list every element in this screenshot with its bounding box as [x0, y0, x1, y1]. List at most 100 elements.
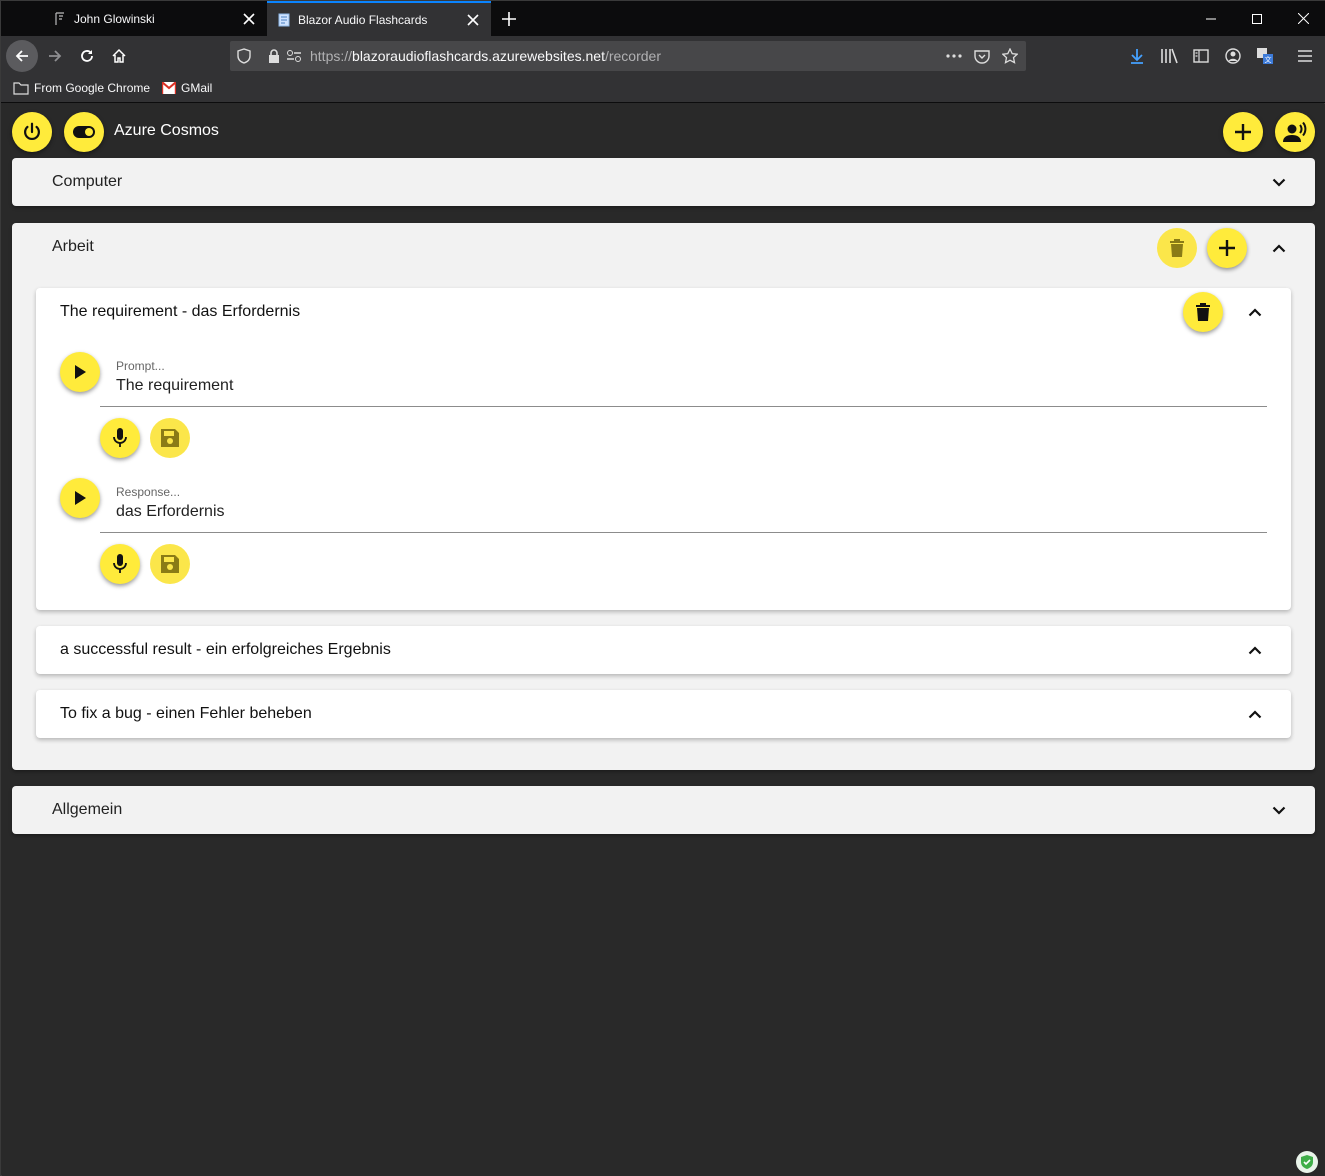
toggle-button[interactable]: [64, 112, 104, 152]
add-card-button[interactable]: [1207, 228, 1247, 268]
play-icon: [75, 491, 86, 505]
card-title: The requirement - das Erfordernis: [60, 303, 301, 320]
tab-title: John Glowinski: [74, 11, 155, 26]
account-icon[interactable]: [1223, 46, 1243, 66]
pocket-icon[interactable]: [974, 48, 990, 64]
response-underline: [100, 532, 1267, 533]
save-prompt-button[interactable]: [150, 418, 190, 458]
card-title: a successful result - ein erfolgreiches …: [60, 641, 391, 658]
power-icon: [24, 122, 40, 141]
delete-category-button[interactable]: [1157, 228, 1197, 268]
response-label: Response...: [116, 485, 181, 499]
navigation-toolbar: https://blazoraudioflashcards.azurewebsi…: [1, 36, 1325, 75]
sidebar-icon[interactable]: [1191, 46, 1211, 66]
home-icon[interactable]: [103, 40, 135, 72]
tab-blazor-audio-flashcards[interactable]: Blazor Audio Flashcards: [267, 1, 491, 36]
add-category-button[interactable]: [1223, 112, 1263, 152]
minimize-icon[interactable]: [1188, 1, 1234, 36]
browser-window: John Glowinski Blazor Audio Flashcards h…: [0, 0, 1325, 1176]
url-text: https://blazoraudioflashcards.azurewebsi…: [310, 48, 661, 64]
tab-john-glowinski[interactable]: John Glowinski: [43, 1, 267, 36]
bookmark-gmail[interactable]: GMail: [162, 81, 212, 95]
permissions-icon[interactable]: [286, 48, 302, 64]
bookmark-label: From Google Chrome: [34, 81, 151, 95]
chevron-up-icon[interactable]: [1243, 702, 1267, 726]
trash-icon: [1170, 239, 1184, 257]
category-title: Allgemein: [52, 801, 123, 818]
prompt-underline: [100, 406, 1267, 407]
microphone-icon: [113, 428, 127, 447]
category-title: Arbeit: [52, 238, 94, 255]
library-icon[interactable]: [1159, 46, 1179, 66]
url-path: /recorder: [604, 48, 661, 64]
category-panel-computer: Computer: [12, 158, 1315, 206]
forward-arrow-icon[interactable]: [39, 40, 71, 72]
app-content: Azure Cosmos Computer Arbeit The require…: [2, 104, 1325, 1176]
tab-title: Blazor Audio Flashcards: [298, 12, 428, 27]
flashcard-collapsed[interactable]: a successful result - ein erfolgreiches …: [36, 626, 1291, 674]
play-prompt-button[interactable]: [60, 352, 100, 392]
close-tab-icon[interactable]: [237, 7, 261, 31]
category-panel-arbeit: Arbeit The requirement - das Erfordernis: [12, 223, 1315, 770]
maximize-icon[interactable]: [1234, 1, 1280, 36]
address-bar[interactable]: https://blazoraudioflashcards.azurewebsi…: [230, 41, 1026, 71]
record-response-button[interactable]: [100, 544, 140, 584]
gmail-icon: [162, 82, 176, 94]
chevron-down-icon[interactable]: [1267, 798, 1291, 822]
back-arrow-icon[interactable]: [6, 40, 38, 72]
bookmarks-toolbar: From Google Chrome GMail: [1, 75, 1325, 103]
url-scheme: https://: [310, 48, 353, 64]
lock-icon[interactable]: [266, 48, 282, 64]
flashcard-collapsed[interactable]: To fix a bug - einen Fehler beheben: [36, 690, 1291, 738]
svg-text:文: 文: [1265, 55, 1272, 64]
chevron-down-icon[interactable]: [1267, 170, 1291, 194]
toggle-icon: [73, 126, 95, 138]
card-title: To fix a bug - einen Fehler beheben: [60, 705, 312, 722]
bookmark-label: GMail: [181, 81, 213, 95]
category-header[interactable]: Allgemein: [12, 786, 1315, 834]
page-favicon-icon: [277, 13, 291, 27]
folder-icon: [13, 82, 29, 95]
prompt-input[interactable]: The requirement: [116, 377, 233, 395]
play-response-button[interactable]: [60, 478, 100, 518]
response-input[interactable]: das Erfordernis: [116, 503, 225, 521]
menu-icon[interactable]: [1295, 46, 1315, 66]
security-shield-icon: [1296, 1151, 1318, 1173]
app-title: Azure Cosmos: [114, 122, 219, 139]
delete-card-button[interactable]: [1183, 292, 1223, 332]
close-tab-icon[interactable]: [461, 8, 485, 32]
page-favicon-icon: [53, 11, 67, 26]
url-host: blazoraudioflashcards.azurewebsites.net: [352, 48, 605, 64]
plus-icon: [1235, 124, 1251, 140]
category-header[interactable]: Arbeit: [12, 223, 1315, 271]
record-prompt-button[interactable]: [100, 418, 140, 458]
reload-icon[interactable]: [71, 40, 103, 72]
bookmark-from-google-chrome[interactable]: From Google Chrome: [13, 81, 150, 95]
save-icon: [161, 555, 179, 573]
chevron-up-icon[interactable]: [1267, 236, 1291, 260]
microphone-icon: [113, 554, 127, 573]
trash-icon: [1196, 303, 1210, 321]
new-tab-icon[interactable]: [495, 5, 523, 33]
category-panel-allgemein: Allgemein: [12, 786, 1315, 834]
downloads-icon[interactable]: [1127, 46, 1147, 66]
tab-bar: John Glowinski Blazor Audio Flashcards: [1, 1, 1325, 36]
category-header[interactable]: Computer: [12, 158, 1315, 206]
flashcard-expanded: The requirement - das Erfordernis Prompt…: [36, 288, 1291, 610]
chevron-up-icon[interactable]: [1243, 300, 1267, 324]
power-button[interactable]: [12, 112, 52, 152]
category-title: Computer: [52, 173, 123, 190]
plus-icon: [1219, 240, 1235, 256]
save-response-button[interactable]: [150, 544, 190, 584]
page-actions-icon[interactable]: [946, 48, 962, 64]
save-icon: [161, 429, 179, 447]
play-icon: [75, 365, 86, 379]
bookmark-star-icon[interactable]: [1002, 48, 1018, 64]
close-window-icon[interactable]: [1280, 1, 1325, 36]
translate-extension-icon[interactable]: 文: [1255, 46, 1275, 66]
chevron-up-icon[interactable]: [1243, 638, 1267, 662]
record-voice-icon: [1283, 121, 1307, 142]
voice-button[interactable]: [1275, 112, 1315, 152]
prompt-label: Prompt...: [116, 359, 165, 373]
tracking-shield-icon[interactable]: [236, 48, 252, 64]
